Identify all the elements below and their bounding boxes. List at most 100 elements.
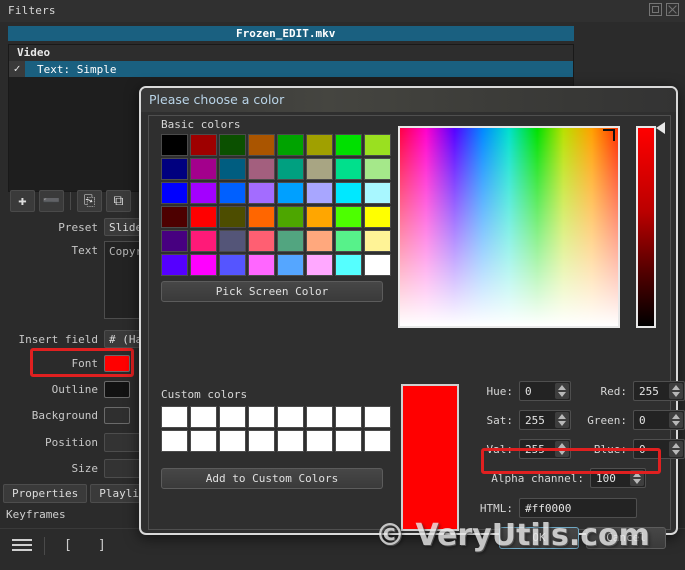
basic-color-swatch[interactable] (306, 254, 333, 276)
basic-color-swatch[interactable] (190, 134, 217, 156)
saturation-value-square[interactable] (398, 126, 620, 328)
basic-color-swatch[interactable] (306, 134, 333, 156)
basic-color-swatch[interactable] (364, 158, 391, 180)
sat-stepper-icon[interactable] (555, 412, 569, 428)
hue-input[interactable]: 0 (519, 381, 571, 401)
custom-color-swatch[interactable] (277, 430, 304, 452)
basic-color-swatch[interactable] (161, 206, 188, 228)
hamburger-icon[interactable] (12, 539, 32, 554)
html-input[interactable]: #ff0000 (519, 498, 637, 518)
basic-color-swatch[interactable] (335, 182, 362, 204)
basic-color-swatch[interactable] (306, 158, 333, 180)
basic-colors-grid[interactable] (161, 134, 391, 276)
custom-color-swatch[interactable] (219, 430, 246, 452)
basic-color-swatch[interactable] (335, 230, 362, 252)
custom-color-swatch[interactable] (161, 406, 188, 428)
basic-color-swatch[interactable] (335, 206, 362, 228)
basic-color-swatch[interactable] (306, 230, 333, 252)
custom-color-swatch[interactable] (277, 406, 304, 428)
basic-color-swatch[interactable] (335, 134, 362, 156)
add-filter-button[interactable]: ✚ (10, 190, 35, 212)
basic-color-swatch[interactable] (248, 158, 275, 180)
sat-input[interactable]: 255 (519, 410, 571, 430)
basic-color-swatch[interactable] (219, 134, 246, 156)
basic-color-swatch[interactable] (364, 230, 391, 252)
basic-color-swatch[interactable] (161, 134, 188, 156)
custom-color-swatch[interactable] (364, 430, 391, 452)
cancel-button[interactable]: Cancel (586, 527, 666, 549)
basic-color-swatch[interactable] (190, 206, 217, 228)
basic-color-swatch[interactable] (219, 182, 246, 204)
copy-filter-button[interactable]: ⎘ (77, 190, 102, 212)
basic-color-swatch[interactable] (219, 206, 246, 228)
tab-properties[interactable]: Properties (3, 484, 88, 503)
basic-color-swatch[interactable] (248, 254, 275, 276)
basic-color-swatch[interactable] (277, 182, 304, 204)
basic-color-swatch[interactable] (364, 182, 391, 204)
custom-color-swatch[interactable] (190, 406, 217, 428)
basic-color-swatch[interactable] (219, 254, 246, 276)
basic-color-swatch[interactable] (219, 158, 246, 180)
basic-color-swatch[interactable] (277, 254, 304, 276)
custom-colors-grid[interactable] (161, 406, 391, 452)
basic-color-swatch[interactable] (335, 158, 362, 180)
custom-color-swatch[interactable] (335, 406, 362, 428)
filter-checkbox[interactable]: ✓ (9, 61, 25, 77)
filter-list-item[interactable]: ✓ Text: Simple (9, 61, 573, 77)
red-input[interactable]: 255 (633, 381, 685, 401)
custom-color-swatch[interactable] (219, 406, 246, 428)
mark-out-button[interactable]: ] (98, 538, 106, 553)
basic-color-swatch[interactable] (190, 182, 217, 204)
basic-color-swatch[interactable] (161, 158, 188, 180)
blue-stepper-icon[interactable] (669, 441, 683, 457)
basic-color-swatch[interactable] (248, 182, 275, 204)
background-color-swatch[interactable] (104, 407, 130, 424)
basic-color-swatch[interactable] (248, 206, 275, 228)
basic-color-swatch[interactable] (306, 182, 333, 204)
hue-stepper-icon[interactable] (555, 383, 569, 399)
basic-color-swatch[interactable] (364, 134, 391, 156)
remove-filter-button[interactable]: ➖ (39, 190, 64, 212)
size-label: Size (71, 462, 99, 475)
basic-color-swatch[interactable] (161, 182, 188, 204)
basic-color-swatch[interactable] (161, 254, 188, 276)
paste-filter-button[interactable]: ⧉ (106, 190, 131, 212)
float-icon[interactable] (649, 3, 662, 16)
custom-color-swatch[interactable] (306, 430, 333, 452)
red-stepper-icon[interactable] (669, 383, 683, 399)
basic-color-swatch[interactable] (190, 230, 217, 252)
green-input[interactable]: 0 (633, 410, 685, 430)
basic-color-swatch[interactable] (248, 230, 275, 252)
basic-color-swatch[interactable] (219, 230, 246, 252)
basic-color-swatch[interactable] (364, 254, 391, 276)
basic-color-swatch[interactable] (277, 158, 304, 180)
add-to-custom-colors-button[interactable]: Add to Custom Colors (161, 468, 383, 489)
custom-color-swatch[interactable] (161, 430, 188, 452)
basic-color-swatch[interactable] (161, 230, 188, 252)
outline-color-swatch[interactable] (104, 381, 130, 398)
hue-slider-handle-icon[interactable] (656, 122, 665, 134)
custom-color-swatch[interactable] (335, 430, 362, 452)
green-stepper-icon[interactable] (669, 412, 683, 428)
basic-color-swatch[interactable] (364, 206, 391, 228)
hue-slider[interactable] (636, 126, 656, 328)
basic-color-swatch[interactable] (190, 158, 217, 180)
html-label: HTML: (479, 501, 513, 515)
basic-color-swatch[interactable] (277, 134, 304, 156)
custom-color-swatch[interactable] (306, 406, 333, 428)
ok-button[interactable]: OK (499, 527, 579, 549)
basic-color-swatch[interactable] (277, 230, 304, 252)
window-buttons (649, 3, 679, 16)
custom-color-swatch[interactable] (190, 430, 217, 452)
basic-color-swatch[interactable] (190, 254, 217, 276)
pick-screen-color-button[interactable]: Pick Screen Color (161, 281, 383, 302)
basic-color-swatch[interactable] (248, 134, 275, 156)
basic-color-swatch[interactable] (277, 206, 304, 228)
custom-color-swatch[interactable] (248, 406, 275, 428)
custom-color-swatch[interactable] (248, 430, 275, 452)
mark-in-button[interactable]: [ (64, 538, 72, 553)
basic-color-swatch[interactable] (306, 206, 333, 228)
close-icon[interactable] (666, 3, 679, 16)
custom-color-swatch[interactable] (364, 406, 391, 428)
basic-color-swatch[interactable] (335, 254, 362, 276)
